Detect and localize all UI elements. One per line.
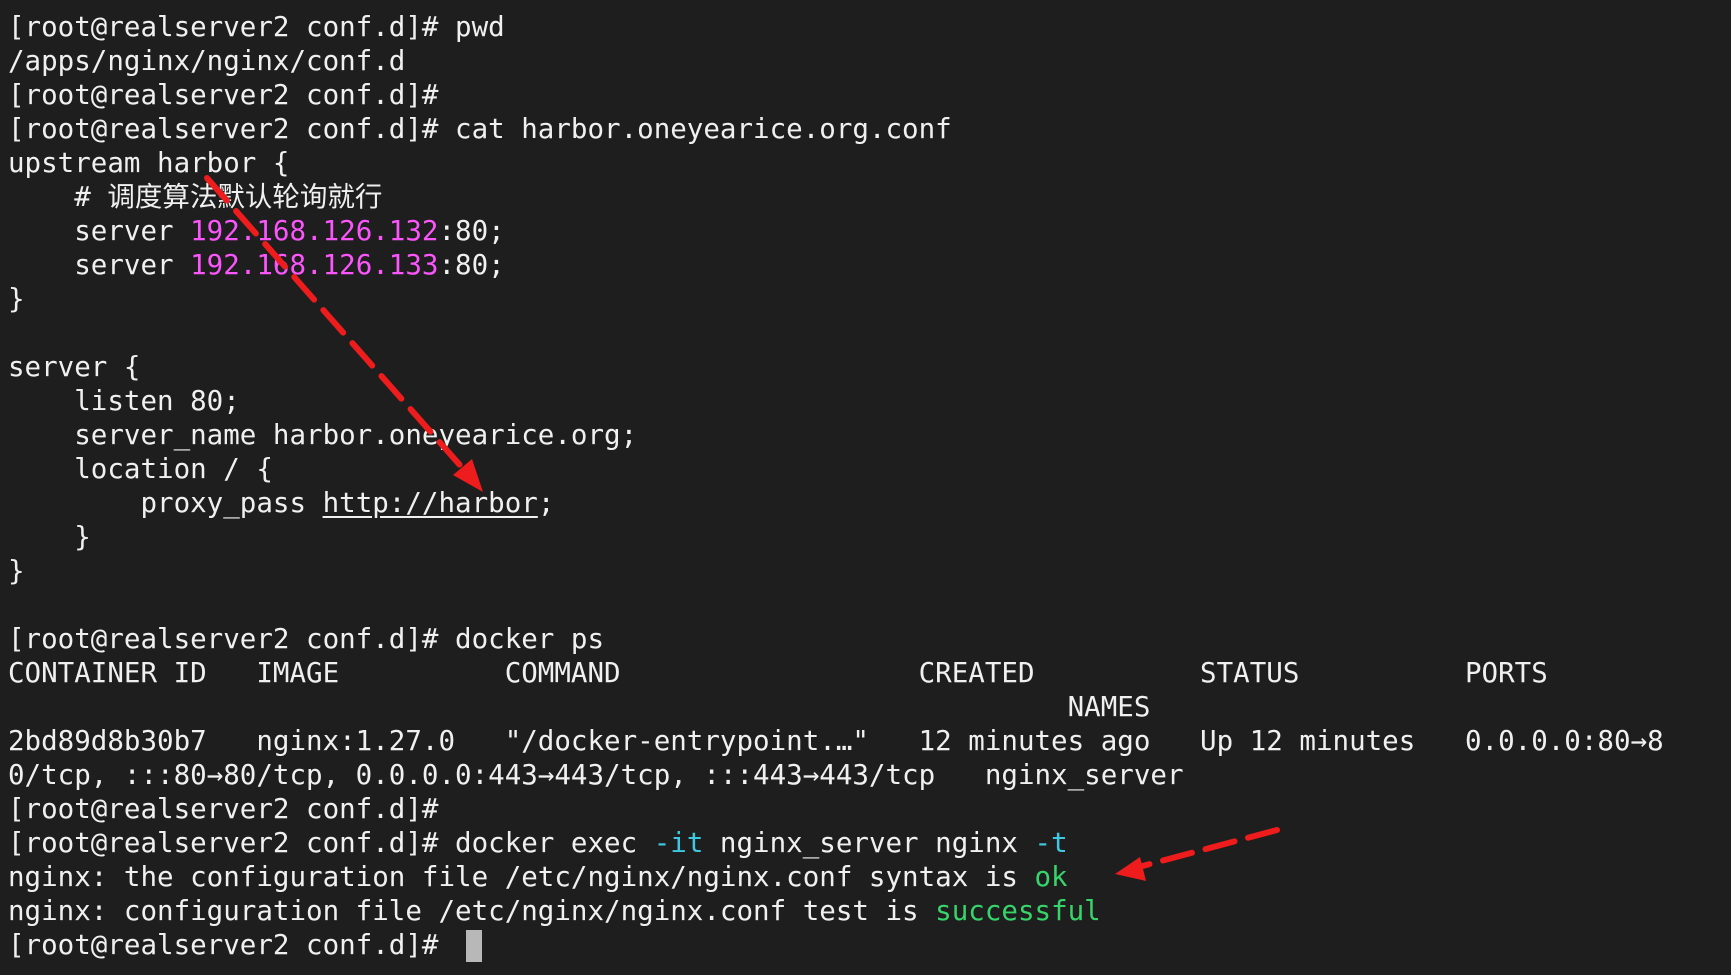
success-status: ok (1034, 861, 1068, 893)
terminal-line: [root@realserver2 conf.d]# (8, 928, 455, 962)
terminal-line: } (8, 282, 25, 316)
terminal-line: 0/tcp, :::80→80/tcp, 0.0.0.0:443→443/tcp… (8, 758, 1184, 792)
line-text: [root@realserver2 conf.d]# pwd (8, 11, 505, 43)
line-text: CONTAINER ID IMAGE COMMAND CREATED STATU… (8, 657, 1548, 689)
line-text: proxy_pass (8, 487, 323, 519)
line-text: nginx: configuration file /etc/nginx/ngi… (8, 895, 936, 927)
terminal-line: # 调度算法默认轮询就行 (8, 180, 382, 214)
line-text: } (8, 283, 25, 315)
terminal-line: location / { (8, 452, 273, 486)
terminal-line: [root@realserver2 conf.d]# (8, 792, 438, 826)
terminal-line: 2bd89d8b30b7 nginx:1.27.0 "/docker-entry… (8, 724, 1664, 758)
terminal-line: } (8, 554, 25, 588)
terminal-line: CONTAINER ID IMAGE COMMAND CREATED STATU… (8, 656, 1548, 690)
terminal-window[interactable]: [root@realserver2 conf.d]# pwd/apps/ngin… (0, 0, 1731, 975)
line-text: 0/tcp, :::80→80/tcp, 0.0.0.0:443→443/tcp… (8, 759, 1184, 791)
line-text: listen 80; (8, 385, 240, 417)
line-text: server { (8, 351, 141, 383)
terminal-line: NAMES (8, 690, 1151, 724)
line-text: upstream harbor { (8, 147, 290, 179)
line-text: ; (537, 487, 555, 519)
line-text: server (8, 249, 191, 281)
line-text: nginx: the configuration file /etc/nginx… (8, 861, 1035, 893)
line-text: [root@realserver2 conf.d]# (8, 79, 439, 111)
line-text: # 调度算法默认轮询就行 (8, 181, 383, 213)
terminal-line: listen 80; (8, 384, 240, 418)
line-text: NAMES (8, 691, 1151, 723)
terminal-line: [root@realserver2 conf.d]# docker exec -… (8, 826, 1068, 860)
line-text: server_name harbor.oneyearice.org; (8, 419, 638, 451)
terminal-line: } (8, 520, 91, 554)
line-text: :80; (438, 215, 505, 247)
line-text: /apps/nginx/nginx/conf.d (8, 45, 406, 77)
terminal-line: nginx: configuration file /etc/nginx/ngi… (8, 894, 1101, 928)
terminal-line: server 192.168.126.133:80; (8, 248, 505, 282)
line-text: server (8, 215, 191, 247)
command-option: -t (1034, 827, 1068, 859)
line-text: } (8, 521, 91, 553)
line-text: nginx_server nginx (703, 827, 1035, 859)
terminal-line: server_name harbor.oneyearice.org; (8, 418, 637, 452)
line-text: 2bd89d8b30b7 nginx:1.27.0 "/docker-entry… (8, 725, 1664, 757)
line-text: [root@realserver2 conf.d]# cat harbor.on… (8, 113, 952, 145)
line-text: [root@realserver2 conf.d]# docker exec (8, 827, 654, 859)
success-status: successful (935, 895, 1101, 927)
command-option: -it (653, 827, 704, 859)
ip-address: 192.168.126.133 (190, 249, 439, 281)
line-text: location / { (8, 453, 273, 485)
terminal-line: [root@realserver2 conf.d]# docker ps (8, 622, 604, 656)
terminal-line: [root@realserver2 conf.d]# cat harbor.on… (8, 112, 952, 146)
terminal-line: /apps/nginx/nginx/conf.d (8, 44, 405, 78)
line-text: [root@realserver2 conf.d]# (8, 793, 439, 825)
line-text: } (8, 555, 25, 587)
terminal-line: upstream harbor { (8, 146, 289, 180)
terminal-cursor (466, 930, 482, 962)
terminal-line: server 192.168.126.132:80; (8, 214, 505, 248)
line-text: [root@realserver2 conf.d]# docker ps (8, 623, 605, 655)
ip-address: 192.168.126.132 (190, 215, 439, 247)
terminal-line: nginx: the configuration file /etc/nginx… (8, 860, 1068, 894)
terminal-line: server { (8, 350, 140, 384)
line-text: [root@realserver2 conf.d]# (8, 929, 456, 961)
line-text: :80; (438, 249, 505, 281)
proxy-pass-link[interactable]: http://harbor (323, 487, 538, 519)
terminal-line: proxy_pass http://harbor; (8, 486, 554, 520)
syntax-ok-arrow (1115, 827, 1280, 881)
terminal-line: [root@realserver2 conf.d]# pwd (8, 10, 505, 44)
terminal-line: [root@realserver2 conf.d]# (8, 78, 438, 112)
